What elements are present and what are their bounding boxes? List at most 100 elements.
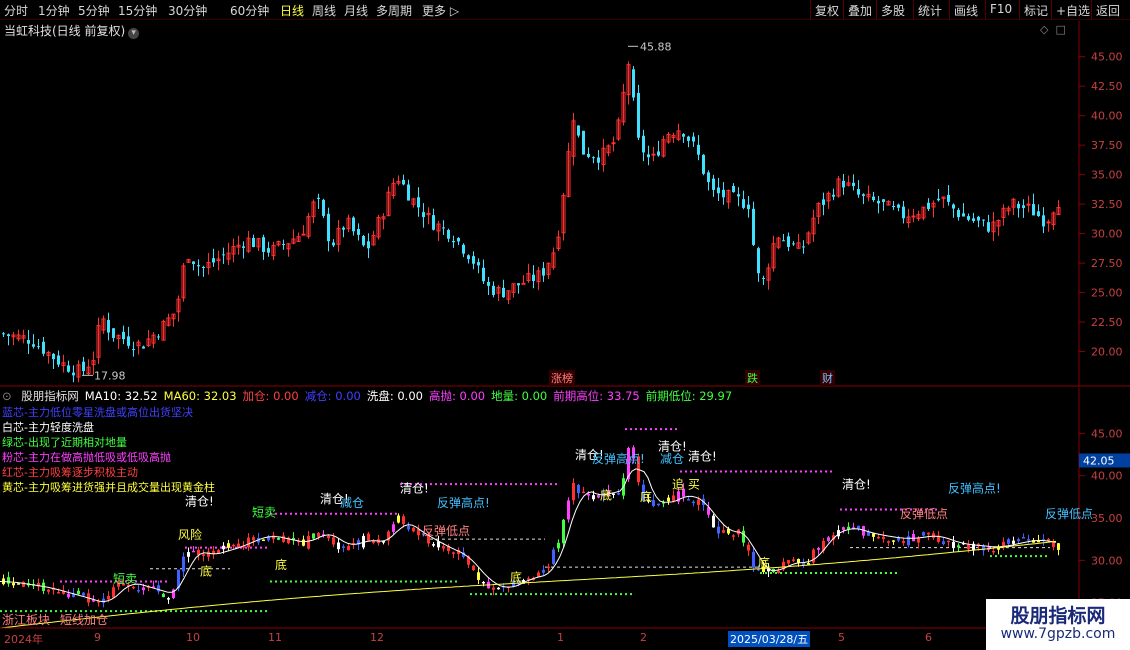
ind-candle-body bbox=[342, 546, 345, 548]
price-tick-label: 35.00 bbox=[1091, 169, 1123, 182]
ind-candle-body bbox=[842, 527, 845, 530]
candle-body-down bbox=[487, 281, 490, 286]
maximize-icon[interactable]: □ bbox=[1055, 23, 1065, 36]
event-marker-2[interactable]: 财 bbox=[820, 370, 835, 386]
candle-body-down bbox=[72, 372, 75, 376]
indicator-value-2: 加仓: 0.00 bbox=[242, 389, 299, 403]
candle-body-down bbox=[972, 218, 975, 221]
ind-candle-body bbox=[547, 566, 550, 569]
price-tick-label: 40.00 bbox=[1091, 110, 1123, 123]
ind-candle-body bbox=[817, 547, 820, 550]
date-label-5: 1 bbox=[557, 631, 564, 644]
toolbar-button-0[interactable]: 复权 bbox=[815, 2, 839, 19]
ind-candle-body bbox=[227, 543, 230, 548]
toolbar-button-7[interactable]: +自选 bbox=[1056, 2, 1090, 19]
watermark-url: www.7gpzb.com bbox=[1000, 626, 1116, 642]
high-price-label: 45.88 bbox=[640, 40, 672, 53]
ind-price-label: 30.00 bbox=[1091, 554, 1123, 567]
ind-candle-body bbox=[1007, 539, 1010, 544]
date-label-4: 12 bbox=[370, 631, 384, 644]
period-tab-0[interactable]: 分时 bbox=[4, 2, 28, 19]
ind-candle-body bbox=[202, 554, 205, 556]
candle-body-down bbox=[112, 328, 115, 338]
period-tab-10[interactable]: 更多 ▷ bbox=[422, 2, 459, 19]
indicator-value-6: 地量: 0.00 bbox=[491, 389, 548, 403]
main-kline-chart[interactable]: 45.00 42.50 40.00 37.50 35.00 32.50 30.00 27.50… bbox=[0, 21, 1130, 387]
ind-candle-body bbox=[567, 500, 570, 520]
ind-candle-body bbox=[252, 537, 255, 541]
indicator-legend: 蓝芯-主力低位零星洗盘或高位出货坚决 白芯-主力轻度洗盘 绿芯-出现了近期相对地量粉… bbox=[2, 405, 215, 495]
period-tab-4[interactable]: 30分钟 bbox=[168, 2, 207, 19]
candle-body-down bbox=[352, 217, 355, 232]
ind-candle-body bbox=[207, 551, 210, 557]
ind-candle-body bbox=[1012, 540, 1015, 544]
candle-body-down bbox=[532, 274, 535, 281]
signal-label-24: 短卖 bbox=[252, 505, 276, 519]
candle-body-down bbox=[332, 242, 335, 246]
candle-body-down bbox=[32, 344, 35, 347]
toolbar-separator bbox=[949, 0, 950, 20]
candle-body-down bbox=[872, 196, 875, 201]
candle-body-down bbox=[57, 355, 60, 365]
date-label-8: 2025/03/28/五 bbox=[728, 631, 811, 647]
ind-candle-body bbox=[57, 592, 60, 594]
ind-candle-body bbox=[1047, 539, 1050, 541]
candle-body-down bbox=[192, 261, 195, 264]
candle-body-down bbox=[692, 136, 695, 142]
period-tab-5[interactable]: 60分钟 bbox=[230, 2, 269, 19]
ind-candle-body bbox=[952, 541, 955, 548]
candle-body-down bbox=[407, 184, 410, 201]
candle-body-down bbox=[197, 265, 200, 267]
ind-candle-body bbox=[262, 539, 265, 542]
date-label-2: 10 bbox=[186, 631, 200, 644]
ind-candle-body bbox=[397, 515, 400, 523]
ind-candle-body bbox=[1027, 539, 1030, 541]
ind-candle-body bbox=[792, 559, 795, 561]
candle-body-down bbox=[747, 204, 750, 210]
signal-label-25: 浙江板块 bbox=[2, 613, 50, 627]
period-tab-8[interactable]: 月线 bbox=[344, 2, 368, 19]
ind-candle-body bbox=[557, 542, 560, 549]
date-label-9: 5 bbox=[838, 631, 845, 644]
chart-corner-icons[interactable]: ◇ □ bbox=[1040, 23, 1066, 36]
chevron-down-icon[interactable]: ▾ bbox=[128, 28, 140, 39]
candle-body-down bbox=[897, 204, 900, 208]
period-tab-9[interactable]: 多周期 bbox=[376, 2, 412, 19]
candle-body-down bbox=[632, 69, 635, 98]
toolbar-button-2[interactable]: 多股 bbox=[881, 2, 905, 19]
legend-line-1: 白芯-主力轻度洗盘 bbox=[2, 421, 94, 434]
collapse-icon[interactable]: ⊙ bbox=[2, 389, 15, 403]
indicator-value-4: 洗盘: 0.00 bbox=[366, 389, 423, 403]
period-tab-1[interactable]: 1分钟 bbox=[38, 2, 70, 19]
candle-body-up bbox=[521, 282, 526, 285]
candle-body-down bbox=[957, 209, 960, 218]
indicator-name[interactable]: 股朋指标网 bbox=[21, 389, 79, 403]
period-tab-2[interactable]: 5分钟 bbox=[78, 2, 110, 19]
period-tab-6[interactable]: 日线 bbox=[280, 2, 304, 19]
period-tab-3[interactable]: 15分钟 bbox=[118, 2, 157, 19]
ind-candle-body bbox=[992, 550, 995, 553]
ind-candle-body bbox=[347, 545, 350, 551]
toolbar-separator bbox=[1051, 0, 1052, 20]
toolbar-button-5[interactable]: F10 bbox=[990, 2, 1012, 16]
ind-candle-body bbox=[412, 527, 415, 532]
event-marker-1[interactable]: 跌 bbox=[745, 370, 760, 386]
signal-label-17: 反弹高点! bbox=[948, 481, 1001, 496]
candle-body-down bbox=[682, 134, 685, 137]
ind-candle-body bbox=[967, 544, 970, 550]
ind-candle-body bbox=[717, 526, 720, 534]
signal-label-5: 清仓! bbox=[688, 449, 717, 463]
toolbar-button-6[interactable]: 标记 bbox=[1024, 2, 1048, 19]
toolbar-button-1[interactable]: 叠加 bbox=[848, 2, 872, 19]
diamond-icon[interactable]: ◇ bbox=[1040, 23, 1048, 36]
candle-body-down bbox=[157, 336, 160, 338]
ind-candle-body bbox=[317, 532, 320, 537]
toolbar-button-8[interactable]: 返回 bbox=[1096, 2, 1120, 19]
toolbar-button-3[interactable]: 统计 bbox=[918, 2, 942, 19]
toolbar-button-4[interactable]: 画线 bbox=[954, 2, 978, 19]
signal-label-16: 反弹高点! bbox=[592, 451, 645, 466]
event-marker-0[interactable]: 涨榜 bbox=[549, 370, 575, 386]
period-tab-7[interactable]: 周线 bbox=[312, 2, 336, 19]
ind-candle-body bbox=[107, 595, 110, 600]
ind-candle-body bbox=[592, 495, 595, 500]
